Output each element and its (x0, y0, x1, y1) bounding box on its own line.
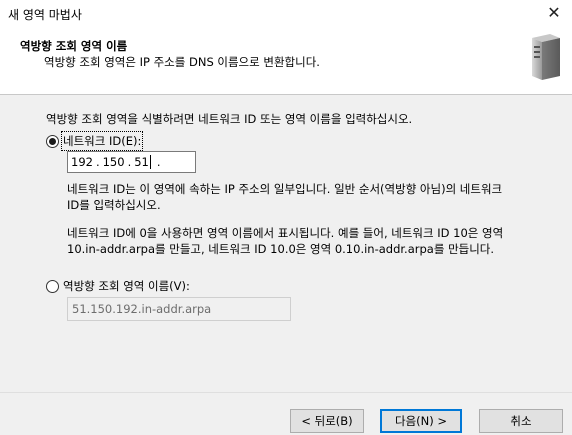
network-id-ip-field[interactable]: 192 . 150 . 51 . (67, 151, 196, 173)
new-zone-wizard-window: 새 영역 마법사 ✕ 역방향 조회 영역 이름 역방향 조회 영역은 IP 주소… (0, 0, 572, 435)
wizard-header: 역방향 조회 영역 이름 역방향 조회 영역은 IP 주소를 DNS 이름으로 … (0, 28, 572, 95)
network-id-description: 네트워크 ID는 이 영역에 속하는 IP 주소의 일부입니다. 일반 순서(역… (67, 182, 503, 212)
network-id-option[interactable]: 네트워크 ID(E): (46, 131, 144, 151)
text-caret (149, 155, 151, 169)
zone-name-label[interactable]: 역방향 조회 영역 이름(V): (63, 278, 190, 294)
zero-network-id-note: 네트워크 ID에 0을 사용하면 영역 이름에서 표시됩니다. 예를 들어, 네… (67, 226, 504, 256)
intro-text: 역방향 조회 영역을 식별하려면 네트워크 ID 또는 영역 이름을 입력하십시… (46, 112, 413, 126)
page-title: 역방향 조회 영역 이름 (20, 39, 128, 53)
server-icon (532, 34, 560, 80)
zone-name-field: 51.150.192.in-addr.arpa (67, 297, 291, 321)
close-icon[interactable]: ✕ (542, 2, 566, 24)
ip-octet-2[interactable]: 150 (103, 155, 125, 169)
footer-divider (0, 392, 572, 393)
zone-name-radio[interactable] (46, 279, 59, 293)
zone-name-option[interactable]: 역방향 조회 영역 이름(V): (46, 278, 190, 294)
network-id-label[interactable]: 네트워크 ID(E): (60, 131, 144, 151)
ip-octet-3[interactable]: 51 (134, 155, 149, 169)
back-button[interactable]: < 뒤로(B) (290, 409, 364, 433)
window-title: 새 영역 마법사 (8, 8, 82, 22)
network-id-radio[interactable] (46, 134, 59, 148)
ip-octet-1[interactable]: 192 (71, 155, 93, 169)
title-bar: 새 영역 마법사 ✕ (0, 0, 572, 28)
page-subtitle: 역방향 조회 영역은 IP 주소를 DNS 이름으로 변환합니다. (44, 55, 320, 69)
cancel-button[interactable]: 취소 (479, 409, 563, 433)
next-button[interactable]: 다음(N) > (380, 409, 462, 433)
